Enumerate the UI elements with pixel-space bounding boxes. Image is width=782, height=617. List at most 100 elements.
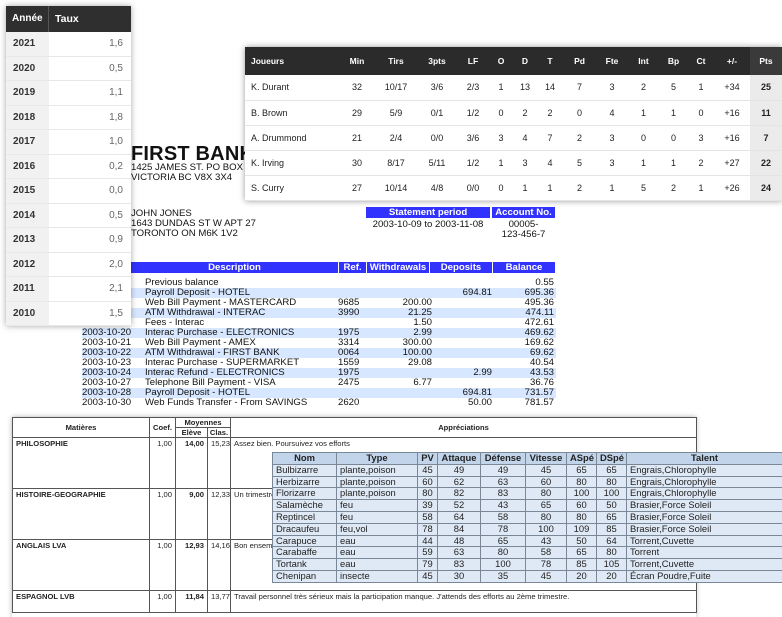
- stat-cell: 2: [628, 75, 659, 101]
- pokemon-cell: 83: [437, 558, 481, 571]
- pokemon-cell: 45: [417, 569, 438, 583]
- pokemon-name: Herbizarre: [272, 475, 337, 489]
- pokemon-name: Florizarre: [272, 487, 337, 501]
- pokemon-row: Tortank eau 79 83 100 78 85 105 Torrent,Cuvette: [272, 558, 782, 571]
- pokemon-name: Bulbizarre: [272, 463, 337, 477]
- transaction-desc: Web Bill Payment - MASTERCARD: [145, 298, 297, 308]
- comment-cell: Travail personnel très sérieux mais la p…: [230, 590, 698, 613]
- transaction-wd: 29.08: [407, 357, 432, 368]
- player-name: B. Brown: [245, 100, 339, 126]
- pokemon-cell: 43: [480, 499, 526, 512]
- pokemon-cell: 60: [566, 499, 597, 512]
- pokemon-cell: 80: [417, 487, 438, 501]
- stat-cell: 0: [628, 125, 659, 151]
- inflation-table: Année Taux d'inflation 2021 1,6 2020 0,5 201…: [6, 6, 131, 326]
- pokemon-cell: 63: [480, 475, 526, 489]
- inflation-row: 2020 0,5: [6, 56, 131, 81]
- inflation-row: 2017 1,0: [6, 130, 131, 155]
- pokemon-cell: Torrent: [626, 546, 782, 560]
- rate-cell: 1,5: [109, 307, 123, 319]
- stat-cell: 7: [563, 75, 596, 101]
- pokemon-cell: feu: [336, 510, 418, 524]
- stat-cell: 27: [339, 175, 375, 201]
- pokemon-row: Salamèche feu 39 52 43 65 60 50 Brasier,Force So…: [272, 499, 782, 512]
- stats-col-header: +/-: [714, 47, 750, 75]
- stat-cell: 0/1: [417, 100, 457, 126]
- transaction-dp: 694.81: [462, 287, 492, 298]
- pokemon-row: Bulbizarre plante,poison 45 49 49 45 65 65 Engra…: [272, 463, 782, 477]
- stat-cell: 5: [563, 150, 596, 176]
- pokemon-cell: 39: [417, 499, 438, 512]
- transaction-ref: 2620: [338, 397, 360, 408]
- col-averages: Moyennes: [174, 417, 232, 428]
- pokemon-cell: plante,poison: [336, 463, 418, 477]
- stat-cell: 5/11: [417, 150, 457, 176]
- stats-col-header: Min: [339, 47, 375, 75]
- stats-col-header: Fte: [596, 47, 628, 75]
- stat-cell: 1: [489, 150, 513, 176]
- year-cell: 2018: [6, 105, 49, 129]
- pokemon-cell: feu,vol: [336, 522, 418, 536]
- pokemon-row: Florizarre plante,poison 80 82 83 80 100 100 Eng…: [272, 487, 782, 501]
- subject-name: PHILOSOPHIE: [12, 437, 150, 489]
- stat-cell: 0/0: [417, 125, 457, 151]
- pokemon-name: Salamèche: [272, 499, 337, 512]
- inflation-row: 2013 0,9: [6, 228, 131, 253]
- transaction-desc: Previous balance: [145, 278, 219, 288]
- subject-name: HISTOIRE-GEOGRAPHIE: [12, 488, 150, 540]
- year-cell: 2010: [6, 301, 49, 325]
- pokemon-cell: Engrais,Chlorophylle: [626, 475, 782, 489]
- rate-cell: 0,0: [109, 185, 123, 196]
- pokemon-name: Chenipan: [272, 569, 337, 583]
- stats-header: Joueurs Min Tirs 3pts LF O D T Pd Fte Int Bp Ct +/- Pt…: [245, 47, 782, 75]
- stats-col-header: O: [489, 47, 513, 75]
- rate-cell: 0,9: [109, 234, 123, 245]
- pokemon-cell: 59: [417, 546, 438, 560]
- stat-cell: +26: [714, 175, 750, 201]
- col-year: Année: [6, 6, 49, 32]
- pokemon-cell: 109: [566, 522, 597, 536]
- pokemon-name: Carabaffe: [272, 546, 337, 560]
- stat-cell: 1/2: [457, 150, 489, 176]
- pokemon-cell: 43: [525, 534, 567, 548]
- pokemon-cell: 49: [437, 463, 481, 477]
- stat-cell: 2: [563, 125, 596, 151]
- stat-cell: 2: [688, 150, 714, 176]
- pokemon-cell: 44: [417, 534, 438, 548]
- player-name: K. Irving: [245, 150, 339, 176]
- pokemon-cell: 80: [596, 546, 627, 560]
- pokemon-cell: 58: [525, 546, 567, 560]
- pokemon-cell: 85: [596, 522, 627, 536]
- stats-col-header: Pd: [563, 47, 596, 75]
- coef-cell: 1,00: [149, 488, 176, 540]
- class-avg: 12,33: [206, 488, 232, 540]
- transaction-row: 2003-10-21 Web Bill Payment - AMEX 3314 300…: [82, 338, 556, 348]
- pokemon-row: Dracaufeu feu,vol 78 84 78 100 109 85 Brasier,Fo…: [272, 522, 782, 536]
- stats-col-header: Int: [628, 47, 659, 75]
- pokemon-cell: 65: [596, 463, 627, 477]
- stat-cell: 5/9: [375, 100, 417, 126]
- player-row: K. Durant 32 10/17 3/6 2/3 1 13 14 7 3 2 5 1 +34 25: [245, 75, 782, 101]
- col-withdrawals: Withdrawals: [369, 262, 427, 273]
- transaction-date: 2003-10-30: [82, 397, 132, 408]
- stat-cell: 0: [688, 100, 714, 126]
- student-avg: 14,00: [175, 437, 208, 489]
- student-avg: 9,00: [175, 488, 208, 540]
- stat-cell: 8/17: [375, 150, 417, 176]
- transaction-row: Web Bill Payment - MASTERCARD 9685 200.00 4…: [82, 298, 556, 308]
- pokemon-cell: 20: [566, 569, 597, 583]
- transaction-desc: Web Funds Transfer - From SAVINGS: [145, 398, 308, 408]
- pokemon-cell: 85: [566, 558, 597, 571]
- pokemon-cell: 65: [566, 546, 597, 560]
- pokemon-cell: 64: [596, 534, 627, 548]
- pokemon-table: Nom Type PV Attaque Défense Vitesse ASpé DSpé Ta…: [272, 452, 782, 583]
- stat-cell: 11: [750, 100, 782, 126]
- pokemon-row: Herbizarre plante,poison 60 62 63 60 80 80 Engra…: [272, 475, 782, 489]
- pokemon-cell: 20: [596, 569, 627, 583]
- inflation-row: 2010 1,5: [6, 301, 131, 326]
- stat-cell: 1: [489, 75, 513, 101]
- pokemon-row: Carabaffe eau 59 63 80 58 65 80 Torrent: [272, 546, 782, 560]
- inflation-row: 2014 0,5: [6, 203, 131, 228]
- stat-cell: 1: [659, 150, 688, 176]
- player-name: S. Curry: [245, 175, 339, 201]
